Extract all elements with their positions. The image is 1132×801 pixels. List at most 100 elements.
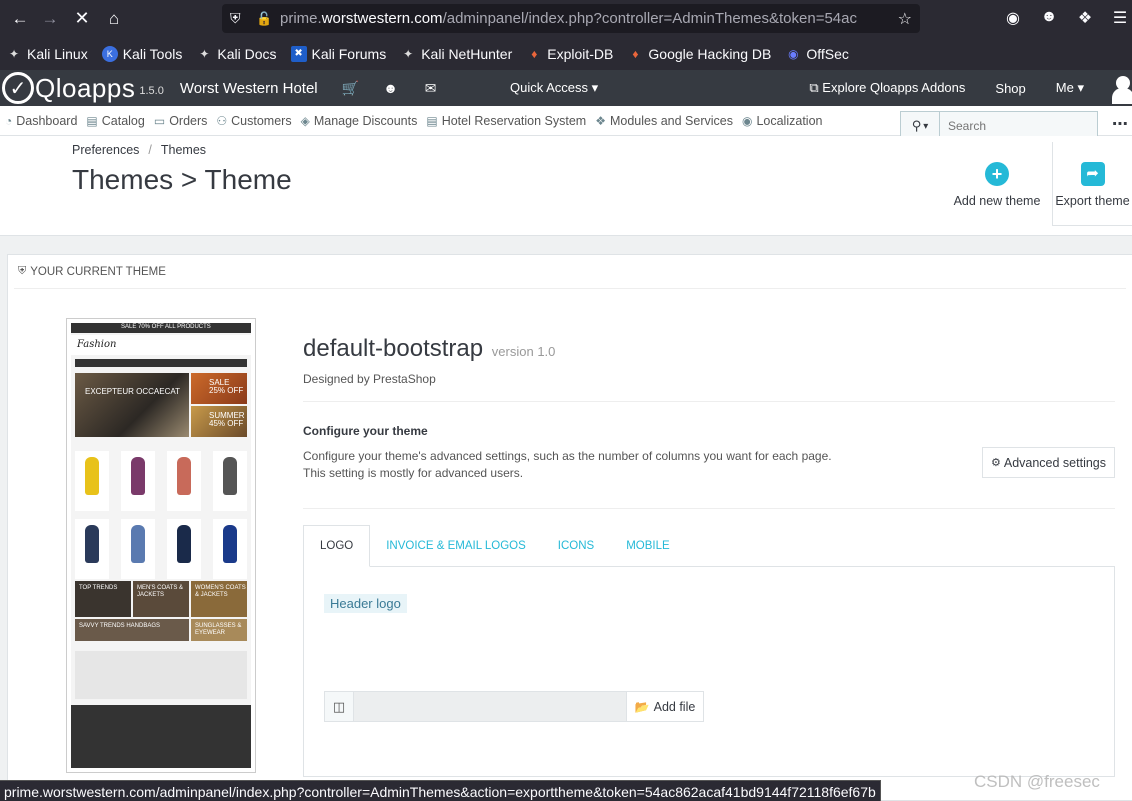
globe-icon: ◉ [741,113,753,128]
preview-brand: Fashion [77,339,117,350]
current-theme-panel: ⛨ YOUR CURRENT THEME SALE 70% OFF ALL PR… [7,254,1132,801]
url-bar[interactable]: ⛨ 🔓 prime.worstwestern.com/adminpanel/in… [222,4,920,33]
url-text[interactable]: prime.worstwestern.com/adminpanel/index.… [280,10,880,27]
export-theme-label: Export theme [1055,194,1130,208]
menu-hotel-reservation[interactable]: ▤ Hotel Reservation System [426,114,586,128]
menu-dashboard[interactable]: ◔ Dashboard [5,114,77,128]
credit-card-icon: ▭ [153,113,166,128]
tracking-shield-icon[interactable]: ⛨ [230,10,246,27]
explore-addons-link[interactable]: ⧉ Explore Qloapps Addons [809,80,965,96]
theme-author: Designed by PrestaShop [303,372,436,386]
tab-logo[interactable]: LOGO [303,525,371,567]
bookmark-kali-linux[interactable]: ✦ Kali Linux [6,46,88,62]
user-icon[interactable]: ☻ [382,80,400,96]
watermark: CSDN @freesec [974,772,1100,791]
theme-preview-thumbnail: SALE 70% OFF ALL PRODUCTS Fashion EXCEPT… [66,318,256,773]
caret-down-icon: ▾ [591,80,599,95]
export-theme-button[interactable]: ➦ Export theme [1052,142,1132,226]
exploit-db-icon: ♦ [531,46,538,61]
menu-label: Catalog [101,113,145,128]
logo-text: Qloapps [35,72,136,103]
bookmark-label: Kali Tools [122,45,183,62]
menu-localization[interactable]: ◉ Localization [742,114,823,128]
search-icon: ⚲ [911,118,922,133]
me-dropdown[interactable]: Me ▾ [1056,80,1084,96]
logo-tabs: LOGO INVOICE & EMAIL LOGOS ICONS MOBILE [303,525,1115,567]
add-new-theme-button[interactable]: + Add new theme [952,142,1042,226]
share-icon: ➦ [1080,162,1105,186]
forward-arrow-icon[interactable]: → [36,5,64,33]
kali-tools-icon: K [101,45,118,62]
users-icon: ⚇ [216,113,228,128]
home-icon[interactable]: ⌂ [100,5,128,33]
file-icon: ◫ [324,691,354,722]
bed-icon: ▤ [426,113,438,128]
html5-shield-icon: ⛨ [18,265,27,277]
divider [303,401,1115,402]
gear-icon: ⚙ [990,457,1001,469]
menu-modules-services[interactable]: ❖ Modules and Services [595,114,733,128]
bookmark-google-hacking-db[interactable]: ♦ Google Hacking DB [627,46,771,62]
bookmark-exploit-db[interactable]: ♦ Exploit-DB [526,46,613,62]
insecure-lock-icon[interactable]: 🔓 [256,11,272,27]
kali-dragon-icon: ✦ [8,46,20,61]
bookmark-offsec[interactable]: ◉ OffSec [785,46,849,62]
preview-tile: TOP TRENDS [79,585,118,591]
ghdb-icon: ♦ [632,46,639,61]
breadcrumb-preferences[interactable]: Preferences [72,143,139,157]
preview-promo: SALE 70% OFF ALL PRODUCTS [121,324,211,330]
bookmark-kali-forums[interactable]: ✖ Kali Forums [290,45,387,62]
caret-down-icon: ▾ [1077,80,1084,95]
kali-forums-icon: ✖ [290,45,307,62]
tab-mobile[interactable]: MOBILE [610,525,685,567]
hamburger-menu-icon[interactable]: ☰ [1110,8,1130,28]
breadcrumb: Preferences / Themes [72,143,206,157]
menu-manage-discounts[interactable]: ◈ Manage Discounts [301,114,418,128]
tab-invoice-email-logos[interactable]: INVOICE & EMAIL LOGOS [370,525,542,567]
bookmark-label: OffSec [806,45,849,62]
preview-sale-1: SALE 25% OFF [209,378,244,395]
file-name-input[interactable] [354,691,627,722]
bookmark-label: Kali Forums [311,45,387,62]
preview-hero: EXCEPTEUR OCCAECAT [85,387,180,396]
account-icon[interactable]: ☻ [1039,8,1059,26]
preview-tile: SAVVY TRENDS HANDBAGS [79,623,161,629]
quick-access-dropdown[interactable]: Quick Access ▾ [510,80,598,96]
bookmark-kali-docs[interactable]: ✦ Kali Docs [196,46,276,62]
breadcrumb-themes[interactable]: Themes [161,143,206,157]
menu-catalog[interactable]: ▤ Catalog [86,114,144,128]
panel-heading-label: YOUR CURRENT THEME [30,265,166,278]
menu-label: Modules and Services [609,113,733,128]
theme-name: default-bootstrap version 1.0 [303,335,555,363]
menu-label: Dashboard [16,113,78,128]
envelope-icon[interactable]: ✉ [422,80,440,97]
stop-loading-icon[interactable]: ✕ [68,5,96,33]
bookmark-kali-nethunter[interactable]: ✦ Kali NetHunter [400,46,512,62]
bookmark-star-icon[interactable]: ☆ [898,9,912,29]
advanced-settings-button[interactable]: ⚙ Advanced settings [982,447,1115,478]
offsec-icon: ◉ [788,46,799,61]
shop-link[interactable]: Shop [995,81,1025,96]
add-file-label: Add file [653,699,696,714]
preview-tile: MEN'S COATS & JACKETS [137,585,184,598]
advanced-settings-label: Advanced settings [1003,455,1107,470]
cart-icon[interactable]: 🛒 [342,80,360,97]
extensions-icon[interactable]: ❖ [1075,8,1095,28]
header-logo-label: Header logo [324,594,407,613]
external-link-icon: ⧉ [809,80,819,95]
bookmark-label: Kali NetHunter [421,45,513,62]
pocket-icon[interactable]: ◉ [1003,8,1023,28]
preview-tile: SUNGLASSES & EYEWEAR [195,623,242,636]
menu-orders[interactable]: ▭ Orders [154,114,208,128]
tab-icons[interactable]: ICONS [542,525,610,567]
avatar[interactable] [1110,73,1132,104]
qloapps-logo[interactable]: ✓ Qloapps 1.5.0 [2,72,164,104]
quick-access-label: Quick Access [510,80,589,95]
page-title: Themes > Theme [72,164,292,195]
back-arrow-icon[interactable]: ← [6,5,34,33]
more-options-icon[interactable]: ⋯ [1112,114,1128,134]
bookmark-kali-tools[interactable]: K Kali Tools [101,45,183,62]
qloapps-check-icon: ✓ [2,72,34,104]
menu-customers[interactable]: ⚇ Customers [216,114,291,128]
add-file-button[interactable]: 📂 Add file [627,691,704,722]
